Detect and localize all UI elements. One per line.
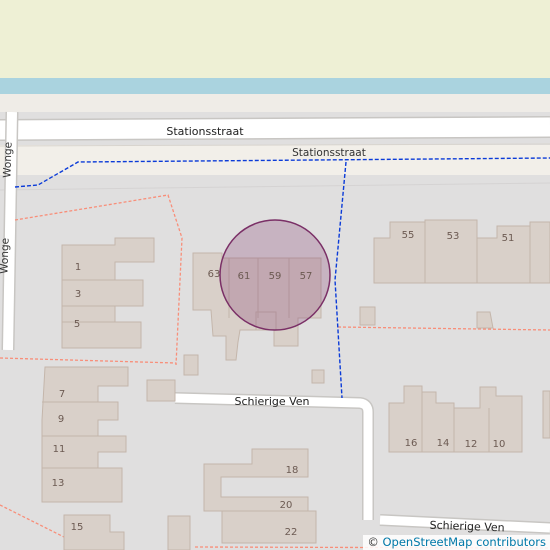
grass-strip bbox=[0, 94, 550, 112]
house-number: 51 bbox=[502, 233, 515, 244]
farmland-area bbox=[0, 0, 550, 78]
house-number: 16 bbox=[405, 438, 418, 449]
house-number: 9 bbox=[58, 414, 64, 425]
house-number: 10 bbox=[493, 439, 506, 450]
house-number: 1 bbox=[75, 262, 81, 273]
house-number: 13 bbox=[52, 478, 65, 489]
street-label-schierige-ven: Schierige Ven bbox=[234, 395, 309, 408]
water-canal bbox=[0, 78, 550, 94]
house-number: 59 bbox=[269, 271, 282, 282]
house-number: 12 bbox=[465, 439, 478, 450]
house-number: 20 bbox=[280, 500, 293, 511]
house-number: 5 bbox=[74, 319, 80, 330]
street-label-wonge-bottom: Wonge bbox=[0, 238, 12, 274]
street-label-schierige-ven-south: Schierige Ven bbox=[429, 519, 504, 535]
house-number: 15 bbox=[71, 522, 84, 533]
street-label-stationsstraat-service: Stationsstraat bbox=[292, 147, 366, 159]
house-number: 55 bbox=[402, 230, 415, 241]
map-canvas[interactable]: Stationsstraat Stationsstraat Wonge Wong… bbox=[0, 0, 550, 550]
house-number: 18 bbox=[286, 465, 299, 476]
street-label-wonge-top: Wonge bbox=[1, 142, 14, 178]
street-label-stationsstraat-main: Stationsstraat bbox=[166, 125, 244, 138]
house-number: 57 bbox=[300, 271, 313, 282]
house-number: 11 bbox=[53, 444, 66, 455]
house-number: 7 bbox=[59, 389, 65, 400]
map-attribution: © OpenStreetMap contributors bbox=[363, 535, 550, 550]
house-number: 61 bbox=[238, 271, 251, 282]
house-number: 63 bbox=[208, 269, 221, 280]
house-number: 3 bbox=[75, 289, 81, 300]
copyright-icon: © bbox=[367, 535, 379, 549]
road-stationsstraat bbox=[0, 117, 550, 140]
house-number: 14 bbox=[437, 438, 450, 449]
house-number: 53 bbox=[447, 231, 460, 242]
attribution-link[interactable]: OpenStreetMap contributors bbox=[382, 535, 546, 549]
house-number: 22 bbox=[285, 527, 298, 538]
